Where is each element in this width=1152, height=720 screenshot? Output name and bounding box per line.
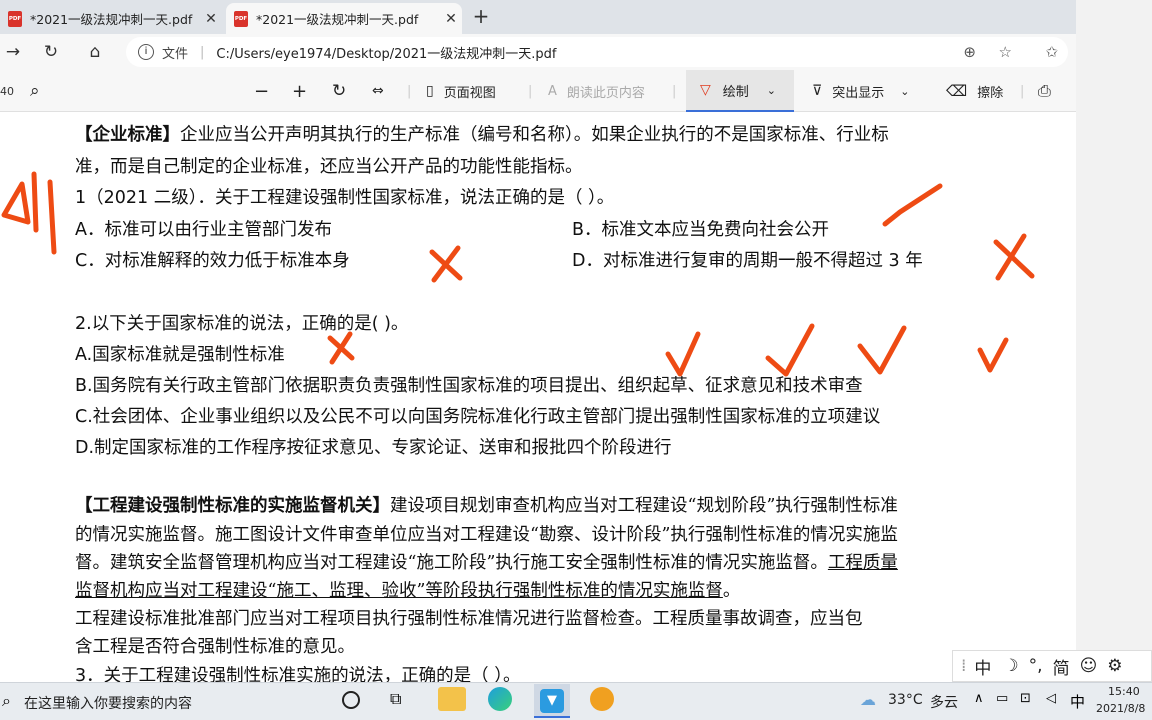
- address-bar-row: → ↻ ⌂ i 文件 | C:/Users/eye1974/Desktop/20…: [0, 34, 1076, 70]
- taskbar-search-input[interactable]: 在这里输入你要搜索的内容: [24, 693, 192, 713]
- zoom-icon[interactable]: ⊕: [963, 43, 976, 61]
- tab-strip: PDF *2021一级法规冲刺一天.pdf ✕ PDF *2021一级法规冲刺一…: [0, 0, 1076, 34]
- clock-date[interactable]: 2021/8/8: [1096, 702, 1145, 715]
- weather-temp[interactable]: 33°C: [888, 692, 923, 708]
- home-icon[interactable]: ⌂: [82, 40, 108, 64]
- pdf-page: 【企业标准】企业应当公开声明其执行的生产标准（编号和名称）。如果企业执行的不是国…: [0, 112, 1076, 682]
- zoom-in-icon[interactable]: +: [292, 70, 307, 112]
- search-icon[interactable]: ⌕: [30, 70, 40, 112]
- page-number[interactable]: 40: [0, 70, 14, 112]
- address-bar[interactable]: i 文件 | C:/Users/eye1974/Desktop/2021一级法规…: [126, 37, 1068, 67]
- draw-button[interactable]: ▽ 绘制 ⌄: [686, 70, 794, 112]
- close-icon[interactable]: ✕: [440, 11, 462, 27]
- highlight-label: 突出显示: [832, 85, 885, 101]
- cross-q1c: [429, 245, 463, 283]
- cross-q1d: [993, 233, 1035, 281]
- tab-title: *2021一级法规冲刺一天.pdf: [30, 12, 193, 27]
- page-view-label: 页面视图: [443, 85, 496, 101]
- ime-script[interactable]: 简: [1053, 654, 1070, 679]
- tab-pdf-1[interactable]: PDF *2021一级法规冲刺一天.pdf ✕: [0, 3, 222, 34]
- pdf-icon: PDF: [234, 10, 248, 27]
- url-text[interactable]: C:/Users/eye1974/Desktop/2021一级法规冲刺一天.pd…: [216, 43, 556, 62]
- checkmark-q2b-2: [765, 323, 815, 377]
- emoji-icon[interactable]: ☺: [1080, 656, 1098, 676]
- music-app-icon[interactable]: [590, 687, 614, 711]
- checkmark-q2b-3: [857, 325, 907, 375]
- cross-q2a: [327, 331, 355, 365]
- scheme-label: 文件: [162, 46, 189, 62]
- draw-label: 绘制: [722, 84, 749, 100]
- print-icon[interactable]: ⎙: [1038, 70, 1051, 112]
- chevron-down-icon[interactable]: ⌄: [767, 84, 776, 97]
- file-explorer-icon[interactable]: [438, 687, 466, 711]
- chevron-down-icon[interactable]: ⌄: [900, 85, 909, 98]
- page-view-icon: ▯: [426, 83, 434, 99]
- checkmark-q1b: [882, 183, 943, 227]
- search-icon[interactable]: ⌕: [2, 691, 11, 711]
- info-icon[interactable]: i: [138, 44, 154, 60]
- read-aloud-button[interactable]: A 朗读此页内容: [548, 70, 645, 112]
- eraser-icon: ⌫: [946, 82, 968, 100]
- rotate-icon[interactable]: ↻: [332, 70, 346, 112]
- battery-icon[interactable]: ▭: [996, 691, 1008, 706]
- page-view-button[interactable]: ▯ 页面视图: [426, 70, 496, 112]
- zoom-out-icon[interactable]: −: [254, 70, 269, 112]
- pdf-toolbar: 40 ⌕ − + ↻ ⇔ | ▯ 页面视图 | A 朗读此页内容 | ▽ 绘制 …: [0, 70, 1076, 112]
- tab-pdf-2[interactable]: PDF *2021一级法规冲刺一天.pdf ✕: [226, 3, 462, 34]
- divider: |: [528, 83, 533, 99]
- forward-icon[interactable]: →: [0, 40, 26, 64]
- close-icon[interactable]: ✕: [200, 11, 222, 27]
- erase-button[interactable]: ⌫ 擦除: [946, 70, 1003, 112]
- fit-page-icon[interactable]: ⇔: [372, 70, 384, 112]
- chevron-up-icon[interactable]: ∧: [974, 691, 984, 706]
- clock-time[interactable]: 15:40: [1108, 685, 1140, 698]
- lang-indicator[interactable]: 中: [1070, 691, 1085, 712]
- divider: |: [672, 83, 677, 99]
- checkmark-q2b-1: [665, 331, 701, 377]
- erase-label: 擦除: [977, 85, 1004, 101]
- divider: |: [1020, 83, 1025, 99]
- tab-title: *2021一级法规冲刺一天.pdf: [256, 12, 419, 27]
- checkmark-q2b-4: [977, 337, 1009, 373]
- moon-icon[interactable]: ☽: [1003, 656, 1018, 676]
- new-tab-button[interactable]: +: [468, 4, 494, 30]
- app-icon[interactable]: ▼: [540, 689, 564, 713]
- ime-mode[interactable]: 中: [974, 654, 991, 679]
- divider: |: [407, 83, 412, 99]
- weather-icon: ☁: [860, 690, 876, 709]
- highlighter-icon: ⊽: [812, 83, 823, 99]
- star-scribble: [1, 171, 57, 255]
- gear-icon[interactable]: ⚙: [1107, 656, 1122, 676]
- pen-icon: ▽: [700, 82, 711, 98]
- read-aloud-label: 朗读此页内容: [566, 85, 645, 101]
- ime-punct[interactable]: °,: [1029, 656, 1043, 676]
- weather-desc[interactable]: 多云: [930, 692, 958, 712]
- taskbar: ⌕ 在这里输入你要搜索的内容 ⧉ ▼ ☁ 33°C 多云 ∧ ▭ ⊡ ◁ 中 1…: [0, 682, 1152, 720]
- volume-icon[interactable]: ◁: [1046, 691, 1056, 706]
- favorites-icon[interactable]: ✩: [1045, 43, 1058, 61]
- pdf-icon: PDF: [8, 10, 22, 27]
- network-icon[interactable]: ⊡: [1020, 691, 1031, 706]
- side-panel: [1076, 0, 1152, 682]
- ime-toolbar[interactable]: ⁞ 中 ☽ °, 简 ☺ ⚙: [952, 650, 1152, 682]
- favorite-add-icon[interactable]: ☆: [999, 43, 1012, 61]
- highlight-button[interactable]: ⊽ 突出显示 ⌄: [812, 70, 909, 112]
- task-view-icon[interactable]: ⧉: [390, 689, 401, 709]
- ink-annotations: [1, 171, 1035, 377]
- separator: |: [200, 44, 205, 60]
- read-aloud-icon: A: [548, 83, 557, 99]
- cortana-icon[interactable]: [342, 691, 360, 709]
- ime-grip: ⁞: [961, 656, 967, 676]
- edge-icon[interactable]: [488, 687, 512, 711]
- refresh-icon[interactable]: ↻: [38, 40, 64, 64]
